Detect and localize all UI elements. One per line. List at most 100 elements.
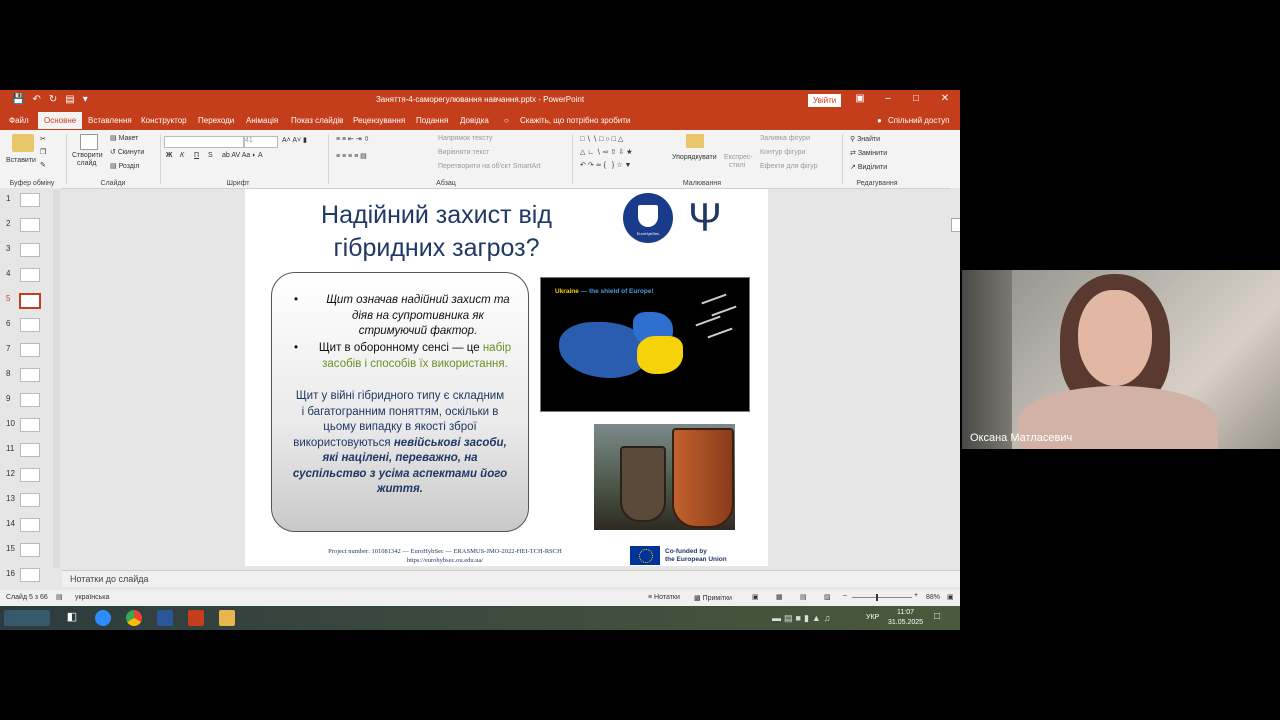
notes-pane[interactable]: Нотатки до слайда: [62, 570, 960, 587]
slide-thumbnail[interactable]: [20, 543, 40, 557]
slide-thumbnail[interactable]: [20, 218, 40, 232]
fit-slide-icon[interactable]: ▣: [947, 593, 954, 601]
slideshow-icon[interactable]: ▨: [824, 593, 831, 601]
tab-help[interactable]: Довідка: [460, 116, 489, 125]
start-search-area[interactable]: [4, 610, 50, 626]
ribbon-display-icon[interactable]: ▣: [850, 93, 870, 104]
cut-icon[interactable]: ✂: [40, 135, 46, 143]
task-view-icon[interactable]: ◧: [64, 610, 80, 626]
font-name-input[interactable]: [164, 136, 244, 148]
chrome-icon[interactable]: [126, 610, 142, 626]
shield-text-box[interactable]: • Щит означав надійний захист та діяв на…: [271, 272, 529, 532]
slide-title[interactable]: Надійний захист від гібридних загроз?: [245, 199, 628, 265]
paste-button[interactable]: Вставити: [6, 157, 36, 164]
shape-fill-button[interactable]: Заливка фігури: [760, 135, 810, 142]
shapes-gallery[interactable]: □∖∖□○□△: [580, 135, 625, 143]
tab-review[interactable]: Рецензування: [353, 116, 405, 125]
slide-thumbnail[interactable]: [20, 243, 40, 257]
section-button[interactable]: ▤ Розділ: [110, 162, 140, 170]
tab-insert[interactable]: Вставлення: [88, 116, 132, 125]
format-painter-icon[interactable]: ✎: [40, 161, 46, 169]
zoom-in-button[interactable]: +: [914, 592, 918, 599]
language-indicator[interactable]: українська: [75, 594, 109, 601]
tab-slideshow[interactable]: Показ слайдів: [291, 116, 343, 125]
share-button[interactable]: Спільний доступ: [888, 116, 950, 125]
replace-button[interactable]: ⇄ Замінити: [850, 149, 887, 157]
new-slide-button-line1[interactable]: Створити: [72, 152, 103, 159]
slide-thumbnail[interactable]: [20, 418, 40, 432]
smartart-button[interactable]: Перетворити на об'єкт SmartArt: [438, 163, 541, 170]
maximize-button[interactable]: □: [906, 93, 926, 104]
sign-in-button[interactable]: Увійти: [808, 94, 842, 107]
select-button[interactable]: ↗ Виділити: [850, 163, 887, 171]
align-text-button[interactable]: Вирівняти текст: [438, 149, 489, 156]
underline-button[interactable]: П: [194, 152, 199, 159]
zoom-level[interactable]: 88%: [926, 594, 940, 601]
slide-thumbnail[interactable]: [20, 268, 40, 282]
layout-button[interactable]: ▤ Макет: [110, 134, 138, 142]
word-icon[interactable]: [157, 610, 173, 626]
tab-home[interactable]: Основне: [38, 112, 83, 129]
bullets-icon[interactable]: ≡ ≡ ⇤ ⇥ ⇳: [336, 135, 370, 143]
paste-icon[interactable]: [12, 134, 34, 152]
powerpoint-icon[interactable]: [188, 610, 204, 626]
accessibility-icon[interactable]: ▤: [56, 593, 63, 601]
slide-sorter-icon[interactable]: ▦: [776, 593, 783, 601]
normal-view-icon[interactable]: ▣: [752, 593, 759, 601]
strike-button[interactable]: S: [208, 152, 213, 159]
slide-thumbnail[interactable]: [20, 468, 40, 482]
notifications-icon[interactable]: □: [934, 611, 940, 622]
file-explorer-icon[interactable]: [219, 610, 235, 626]
bold-button[interactable]: Ж: [166, 152, 172, 159]
comments-button[interactable]: ▩ Примітки: [694, 594, 732, 602]
quick-styles-button-line1[interactable]: Експрес-: [724, 154, 753, 161]
font-size-input[interactable]: 41: [244, 136, 278, 148]
slide-thumbnail[interactable]: [20, 318, 40, 332]
shape-outline-button[interactable]: Контур фігури: [760, 149, 805, 156]
minimize-button[interactable]: –: [878, 93, 898, 104]
zoom-slider[interactable]: [852, 594, 912, 601]
shapes-gallery-row2[interactable]: △∟∖⇨⇧⇩★: [580, 148, 635, 156]
tab-design[interactable]: Конструктор: [141, 116, 187, 125]
thumbnail-scrollbar[interactable]: [53, 190, 60, 568]
reset-button[interactable]: ↺ Скинути: [110, 148, 144, 156]
slide-thumbnail[interactable]: [19, 293, 41, 309]
shape-effects-button[interactable]: Ефекти для фігур: [760, 163, 818, 170]
arrange-button[interactable]: Упорядкувати: [672, 154, 717, 161]
tab-animations[interactable]: Анімація: [246, 116, 278, 125]
slide-thumbnail[interactable]: [20, 518, 40, 532]
find-button[interactable]: ⚲ Знайти: [850, 135, 880, 143]
slide-thumbnail[interactable]: [20, 443, 40, 457]
slide-thumbnail[interactable]: [20, 368, 40, 382]
quick-styles-button-line2[interactable]: стилі: [729, 162, 745, 169]
tell-me-input[interactable]: Скажіть, що потрібно зробити: [520, 116, 630, 125]
participant-video-tile[interactable]: Оксана Матласевич: [962, 270, 1280, 449]
slide-thumbnail[interactable]: [20, 393, 40, 407]
slide-thumbnail[interactable]: [20, 493, 40, 507]
tab-view[interactable]: Подання: [416, 116, 448, 125]
new-slide-icon[interactable]: [80, 134, 98, 150]
align-icons[interactable]: ≡ ≡ ≡ ≡ ▤: [336, 152, 367, 160]
slide-canvas[interactable]: Надійний захист від гібридних загроз? Eu…: [245, 189, 768, 566]
system-tray-icons[interactable]: ▬▤■▮▲♫: [772, 613, 834, 624]
slide-scrollbar[interactable]: [950, 188, 960, 570]
zoom-app-icon[interactable]: [95, 610, 111, 626]
new-slide-button-line2[interactable]: слайд: [77, 160, 96, 167]
reading-view-icon[interactable]: ▤: [800, 593, 807, 601]
slide-thumbnail[interactable]: [20, 193, 40, 207]
tab-transitions[interactable]: Переходи: [198, 116, 234, 125]
slide-thumbnail[interactable]: [20, 568, 40, 582]
close-button[interactable]: ✕: [935, 93, 955, 104]
shapes-gallery-row3[interactable]: ↶↷≃{ }☆▼: [580, 161, 633, 169]
zoom-out-button[interactable]: –: [843, 592, 847, 599]
keyboard-language[interactable]: УКР: [866, 614, 879, 621]
clock[interactable]: 11:07 31.05.2025: [888, 608, 923, 628]
slide-thumbnail[interactable]: [20, 343, 40, 357]
text-direction-button[interactable]: Напрямок тексту: [438, 135, 493, 142]
arrange-icon[interactable]: [686, 134, 704, 148]
font-grow-icon[interactable]: A˄ A˅ ▮: [282, 136, 307, 144]
notes-button[interactable]: ≡ Нотатки: [648, 594, 680, 601]
font-color-icon[interactable]: ab AV Aa ◐ A: [222, 152, 263, 159]
italic-button[interactable]: К: [180, 152, 184, 159]
copy-icon[interactable]: ❐: [40, 148, 46, 156]
